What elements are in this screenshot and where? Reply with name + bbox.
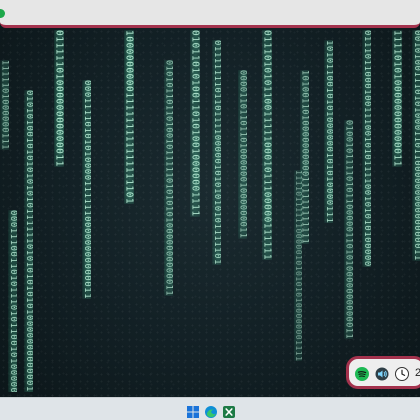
- edge-browser-icon[interactable]: [205, 403, 217, 418]
- excel-icon[interactable]: [223, 403, 235, 418]
- clock-time-text: 2: [415, 366, 420, 379]
- binary-rain-column: 1111010100000000000011: [392, 30, 402, 167]
- desktop: 0111110100000000000011 010101001010101010…: [0, 0, 420, 420]
- windows-start-icon[interactable]: [187, 403, 199, 418]
- binary-rain-column: 001010011101010001101100000000000000011: [412, 30, 420, 261]
- binary-rain-column: 0101010010101010101011111101010101010100…: [24, 90, 33, 392]
- binary-rain-column: 000011011011010000001000000011: [238, 70, 247, 239]
- binary-rain-column: 1010110010101000000101010000111: [324, 40, 333, 224]
- taskbar: [0, 397, 420, 420]
- binary-rain-column: 0101011011010010111110101010100000000000…: [164, 60, 173, 296]
- top-bar[interactable]: [0, 0, 420, 28]
- spotify-icon[interactable]: [355, 366, 369, 381]
- binary-rain-column: 1111101000000111: [0, 60, 9, 150]
- system-tray[interactable]: 2: [346, 356, 420, 389]
- status-indicator-icon: [0, 9, 5, 18]
- volume-icon[interactable]: [375, 366, 389, 380]
- binary-rain-column: 000111001101011101011001010000000011: [8, 210, 17, 392]
- binary-rain-column: 01111111011011110000010101010101111101: [212, 40, 221, 265]
- binary-rain-column: 0111011000100111001010111100101010100000: [362, 30, 371, 267]
- clock-icon[interactable]: [395, 366, 409, 381]
- binary-rain-column: 010010111101011000001101010000000000011: [344, 120, 353, 340]
- binary-rain-column: 010110101001101010010000001111: [190, 30, 200, 217]
- binary-rain-column: 0001111010101000011111100000000000011: [82, 80, 91, 299]
- binary-rain-column: 0111110100000000000011: [54, 30, 64, 167]
- binary-rain-column: 111101111110000010101010100000001111: [294, 170, 302, 362]
- binary-rain-column: 1000000000111111111111111101: [124, 30, 134, 205]
- binary-rain-column: 0111010101100111110001011100000111111: [262, 30, 272, 261]
